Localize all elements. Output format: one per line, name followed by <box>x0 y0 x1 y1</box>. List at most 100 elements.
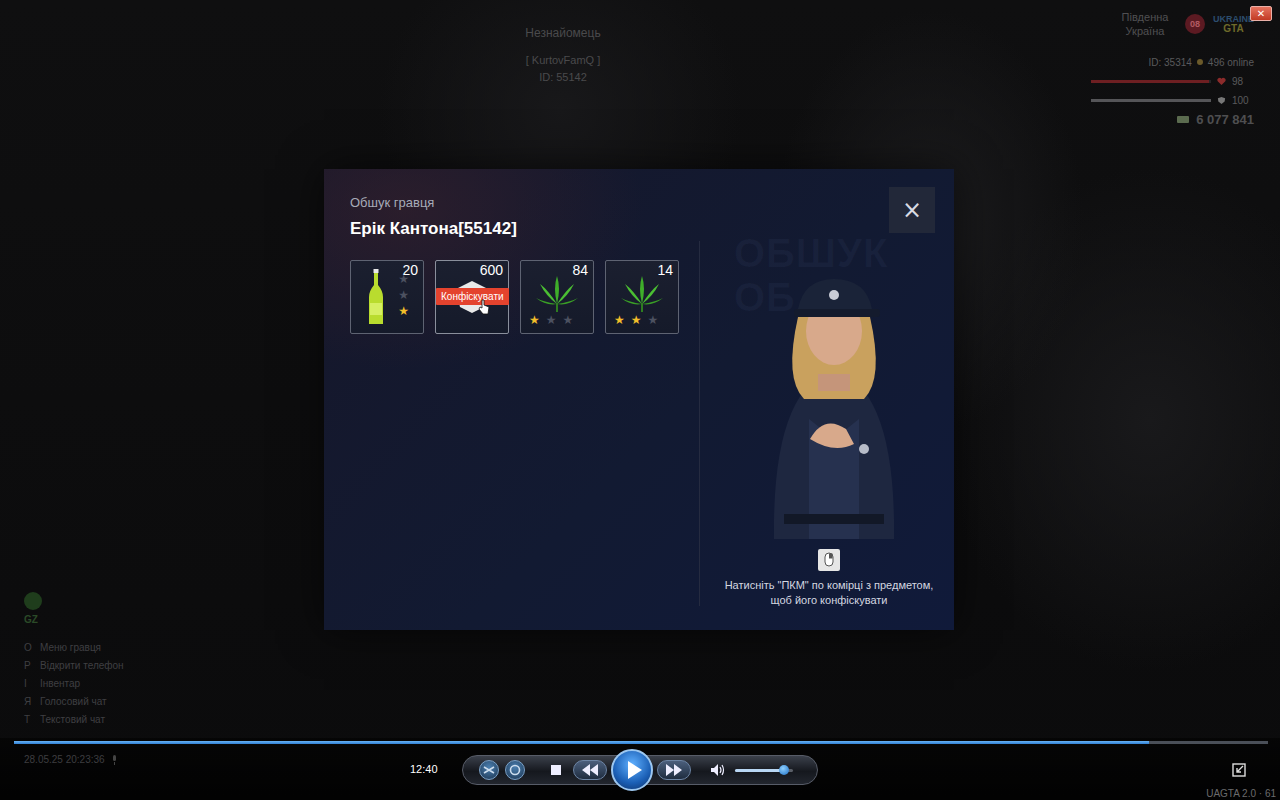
server-header: Південна Україна08UKRAINEGTA <box>1113 10 1254 39</box>
volume-knob[interactable] <box>779 765 789 775</box>
game-screen: Незнайомець [ KurtovFamQ ]ID: 55142 Півден… <box>0 0 1280 800</box>
play-button[interactable] <box>611 749 653 791</box>
mini-mode-icon <box>1232 763 1246 777</box>
server-status: ID: 35314 496 online <box>1148 57 1254 68</box>
shield-icon <box>1217 96 1226 105</box>
repeat-icon <box>508 763 522 777</box>
health-fill <box>1091 80 1209 83</box>
zone: GZ <box>24 592 124 625</box>
hint-label: Меню гравця <box>40 642 101 653</box>
hint-key: Я <box>24 696 32 707</box>
armor-bar <box>1091 99 1211 102</box>
repeat-button[interactable] <box>479 760 499 780</box>
stop-button[interactable] <box>545 759 567 781</box>
hint-label: Інвентар <box>40 678 80 689</box>
item-stars: ★★★ <box>398 273 409 317</box>
mouse-icon <box>818 549 840 571</box>
player-name: Незнайомець <box>463 24 663 42</box>
health-row: 98 <box>1091 76 1254 87</box>
seek-fill <box>14 741 1149 744</box>
key-hint: Я Голосовий чат <box>24 696 124 707</box>
rewind-button[interactable] <box>573 760 607 780</box>
item-count: 600 <box>480 262 503 278</box>
player-nametag: Незнайомець [ KurtovFamQ ]ID: 55142 <box>463 24 663 85</box>
armor-value: 100 <box>1232 95 1254 106</box>
player-right <box>818 761 1280 779</box>
server-region: Південна Україна <box>1113 10 1177 39</box>
item-slot[interactable]: 20★★★ <box>350 260 424 334</box>
player-id: ID: 55142 <box>463 69 663 86</box>
repeat-button[interactable] <box>505 760 525 780</box>
speaker-icon <box>710 763 726 777</box>
hint-label: Голосовий чат <box>40 696 107 707</box>
hint-key: I <box>24 678 32 689</box>
left-hud: GZ O Меню гравця PВідкрити телефон I Інвентар… <box>24 592 124 725</box>
money-value: 6 077 841 <box>1196 112 1254 127</box>
watermark-line: ОБШУК <box>734 231 888 275</box>
media-player-bar: 28.05.25 20:23:36 12:40 <box>0 738 1280 800</box>
microphone-icon <box>111 755 118 765</box>
star-icon: ★ <box>631 314 642 326</box>
player-close-button[interactable]: ✕ <box>1250 6 1272 21</box>
cannabis-leaf-icon <box>619 274 665 314</box>
close-button[interactable]: × <box>889 187 935 233</box>
zone-label: GZ <box>24 614 124 625</box>
armor-fill <box>1091 99 1211 102</box>
item-slot[interactable]: 600 Конфіскувати <box>435 260 509 334</box>
star-icon: ★ <box>398 273 409 285</box>
hint-key: T <box>24 714 32 725</box>
confiscate-hint: Натисніть "ПКМ" по комірці з предметом, … <box>724 578 934 608</box>
item-grid: 20★★★600Конфіскувати84★★★14★★★ <box>350 260 679 334</box>
player-family: [ KurtovFamQ ] <box>463 52 663 69</box>
health-value: 98 <box>1232 76 1254 87</box>
game-version: UAGTA 2.0 · 61 <box>1206 788 1276 799</box>
key-hint: O Меню гравця <box>24 642 124 653</box>
star-icon: ★ <box>546 314 557 326</box>
armor-row: 100 <box>1091 95 1254 106</box>
key-hint: T Текстовий чат <box>24 714 124 725</box>
shuffle-icon <box>482 763 496 777</box>
volume-slider[interactable] <box>735 769 793 772</box>
modal-subtitle: Обшук гравця <box>350 195 679 210</box>
cash-icon <box>1176 114 1190 124</box>
modal-title: Ерік Кантона[55142] <box>350 219 679 239</box>
volume-fill <box>735 769 784 772</box>
health-bar <box>1091 80 1211 83</box>
player-controls-row: 28.05.25 20:23:36 12:40 <box>0 744 1280 800</box>
region-badge: 08 <box>1185 14 1205 34</box>
playback-time: 12:40 <box>410 763 438 775</box>
play-icon <box>625 760 643 780</box>
online-icon <box>1197 59 1203 65</box>
datetime-text: 28.05.25 20:23:36 <box>24 754 105 765</box>
item-slot[interactable]: 84★★★ <box>520 260 594 334</box>
search-illustration-panel: ОБШУКОБНатисніть "ПКМ" по комірці з пред… <box>700 169 958 630</box>
logo-word: GTA <box>1223 24 1243 34</box>
stop-icon <box>551 765 561 775</box>
search-modal: Обшук гравцяЕрік Кантона[55142]20★★★600К… <box>324 169 954 630</box>
heart-icon <box>1217 77 1226 86</box>
online-count: 496 online <box>1208 57 1254 68</box>
item-stars: ★★★ <box>614 314 658 326</box>
forward-button[interactable] <box>657 760 691 780</box>
rewind-icon <box>580 764 600 776</box>
mute-button[interactable] <box>707 760 729 780</box>
hint-key: O <box>24 642 32 653</box>
item-slot[interactable]: 14★★★ <box>605 260 679 334</box>
hint-label: Текстовий чат <box>40 714 105 725</box>
star-icon: ★ <box>398 305 409 317</box>
confiscate-tooltip[interactable]: Конфіскувати <box>436 288 509 305</box>
key-hint: PВідкрити телефон <box>24 660 124 671</box>
star-icon: ★ <box>529 314 540 326</box>
bottle-icon <box>366 267 386 327</box>
money-row: 6 077 841 <box>1176 112 1254 127</box>
mini-mode-button[interactable] <box>1230 761 1248 779</box>
star-icon: ★ <box>614 314 625 326</box>
hint-label: Відкрити телефон <box>40 660 124 671</box>
search-content: Обшук гравцяЕрік Кантона[55142]20★★★600К… <box>324 169 699 630</box>
fast-forward-icon <box>664 764 684 776</box>
seek-bar[interactable] <box>14 741 1268 744</box>
zone-icon <box>24 592 42 610</box>
key-hint: I Інвентар <box>24 678 124 689</box>
divider <box>699 241 700 606</box>
server-id: ID: 35314 <box>1148 57 1191 68</box>
